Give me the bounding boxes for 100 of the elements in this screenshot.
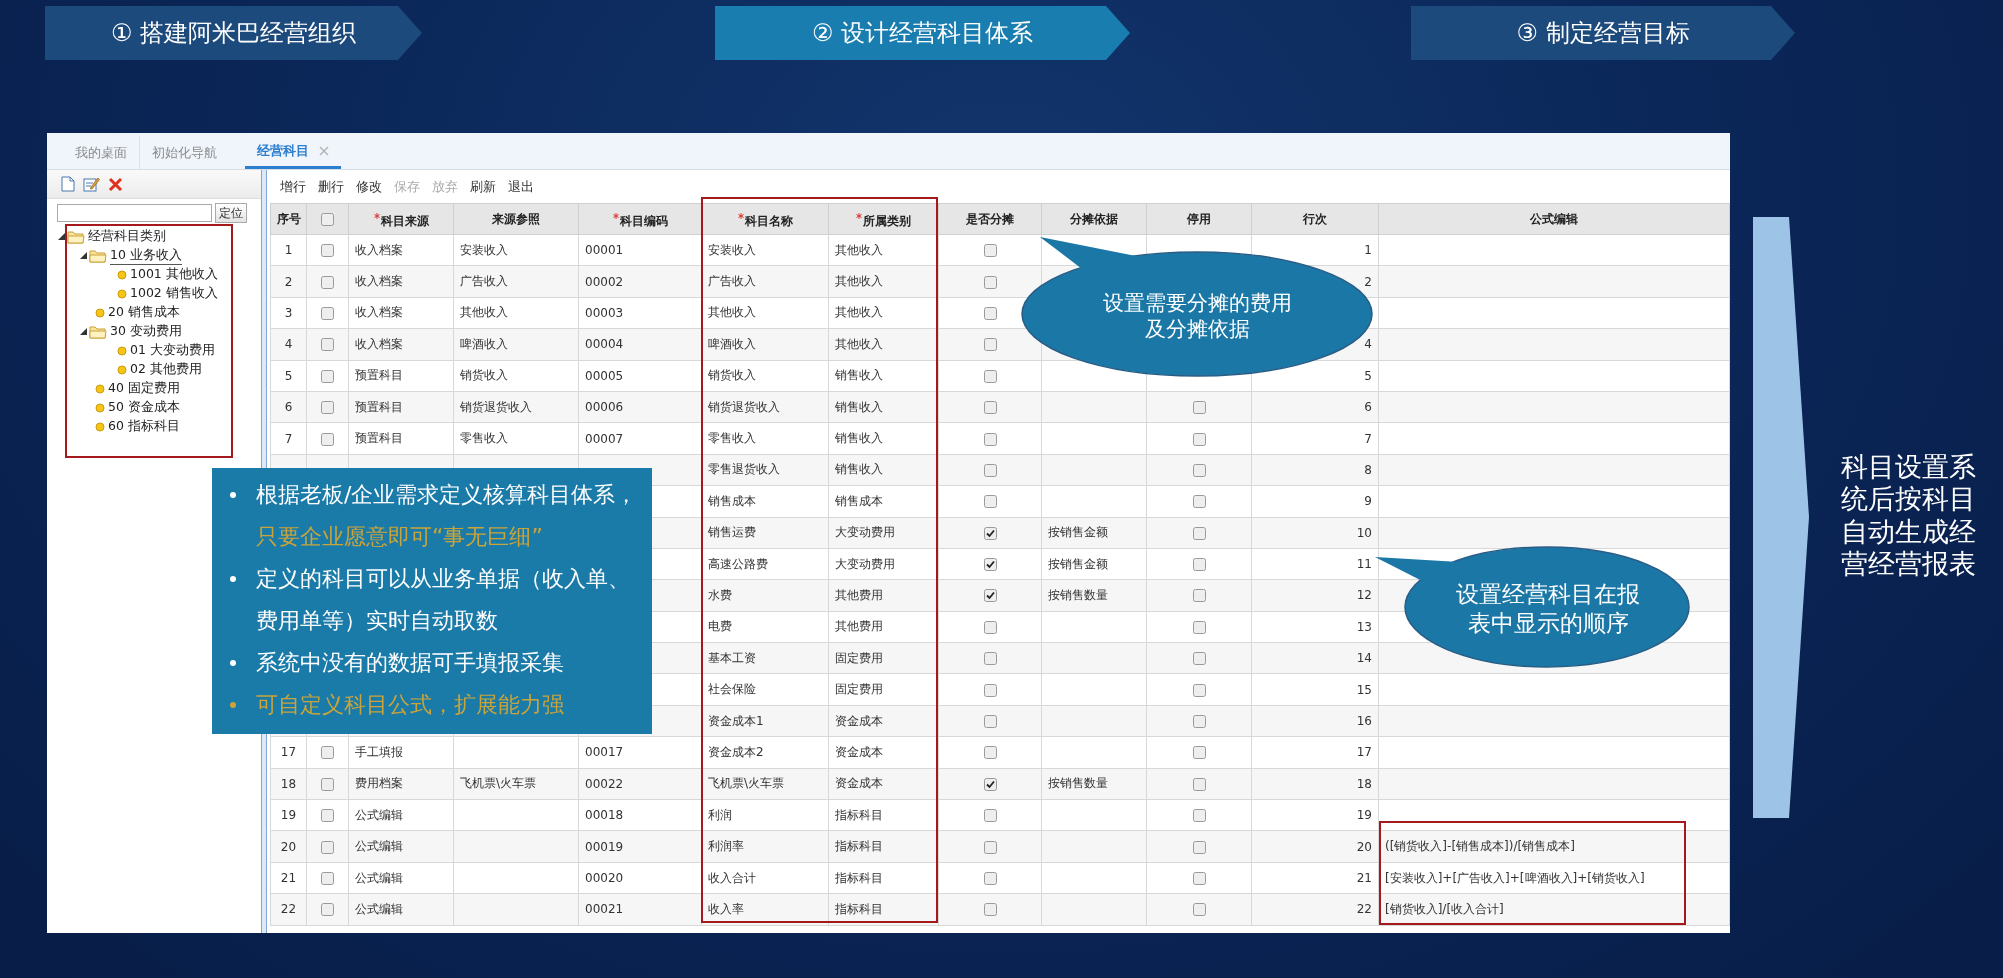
- table-cell: 11: [1251, 548, 1379, 580]
- table-cell: 其他费用: [828, 611, 939, 643]
- step-banner: ③ 制定经营目标: [1411, 6, 1795, 60]
- locate-button[interactable]: 定位: [215, 203, 247, 223]
- header-label: 公式编辑: [1530, 210, 1578, 228]
- table-cell: 资金成本2: [701, 736, 829, 769]
- table-cell: 飞机票\火车票: [453, 768, 579, 800]
- table-cell: 22: [1251, 893, 1379, 926]
- table-cell: 12: [1251, 579, 1379, 612]
- table-cell: 按销售金额: [1041, 548, 1147, 580]
- table-cell: 13: [1251, 611, 1379, 643]
- tree-item[interactable]: 1002 销售收入: [130, 285, 218, 302]
- header-label: 分摊依据: [1070, 210, 1118, 228]
- tree-item[interactable]: 1001 其他收入: [130, 266, 218, 283]
- table-cell: 预置科目: [348, 391, 454, 423]
- table-cell: 零售收入: [701, 422, 829, 455]
- table-cell: 指标科目: [828, 799, 939, 831]
- table-cell: 销售收入: [828, 422, 939, 455]
- table-cell: 公式编辑: [348, 830, 454, 863]
- table-cell: 飞机票\火车票: [701, 768, 829, 800]
- table-cell: 2: [270, 265, 307, 298]
- tree-item[interactable]: 60 指标科目: [108, 418, 180, 435]
- table-cell: 销货退货收入: [453, 391, 579, 423]
- bullet-text: 系统中没有的数据可手填报采集: [256, 649, 565, 677]
- table-cell: 16: [1251, 705, 1379, 737]
- table-cell: 固定费用: [828, 642, 939, 674]
- table-cell: 按销售数量: [1041, 768, 1147, 800]
- tree-item[interactable]: 01 大变动费用: [130, 342, 215, 359]
- table-cell: 销售成本: [701, 485, 829, 517]
- table-cell: 预置科目: [348, 422, 454, 455]
- side-note: 科目设置系统后按科目自动生成经营经营报表: [1841, 451, 1977, 581]
- table-cell: 14: [1251, 642, 1379, 674]
- table-cell: 收入档案: [348, 265, 454, 298]
- table-cell: 18: [270, 768, 307, 800]
- table-cell: 电费: [701, 611, 829, 643]
- table-cell: 00022: [578, 768, 702, 800]
- tree-item[interactable]: 经营科目类别: [88, 228, 166, 245]
- toolbar-button[interactable]: 退出: [508, 177, 534, 196]
- toolbar-button[interactable]: 刷新: [470, 177, 496, 196]
- tree-item[interactable]: 30 变动费用: [110, 323, 182, 340]
- table-cell: 水费: [701, 579, 829, 612]
- table-cell: 19: [270, 799, 307, 831]
- table-cell: 6: [270, 391, 307, 423]
- table-cell: 其他收入: [828, 328, 939, 361]
- table-cell: 6: [1251, 391, 1379, 423]
- table-cell: 00004: [578, 328, 702, 361]
- table-cell: 资金成本: [828, 736, 939, 769]
- table-cell: 基本工资: [701, 642, 829, 674]
- table-cell: 资金成本1: [701, 705, 829, 737]
- header-label: 是否分摊: [966, 210, 1014, 228]
- table-cell: 手工填报: [348, 736, 454, 769]
- toolbar-button[interactable]: 删行: [318, 177, 344, 196]
- table-cell: 零售退货收入: [701, 454, 829, 486]
- table-cell: 啤酒收入: [701, 328, 829, 361]
- table-cell: 指标科目: [828, 862, 939, 894]
- toolbar-button[interactable]: 增行: [280, 177, 306, 196]
- table-cell: 零售收入: [453, 422, 579, 455]
- toolbar-button[interactable]: 修改: [356, 177, 382, 196]
- table-cell: 社会保险: [701, 673, 829, 706]
- tree-item[interactable]: 20 销售成本: [108, 304, 180, 321]
- table-cell: 18: [1251, 768, 1379, 800]
- header-label: 行次: [1303, 210, 1327, 228]
- table-cell: 其他收入: [453, 297, 579, 329]
- table-cell: 大变动费用: [828, 517, 939, 549]
- table-cell: 其他收入: [828, 297, 939, 329]
- table-cell: 其他收入: [701, 297, 829, 329]
- step-banner: ② 设计经营科目体系: [715, 6, 1130, 60]
- header-label: 所属类别: [863, 213, 911, 230]
- table-cell: 4: [270, 328, 307, 361]
- table-cell: 15: [1251, 673, 1379, 706]
- table-cell: 10: [1251, 517, 1379, 549]
- table-cell: 5: [270, 360, 307, 392]
- header-label: 科目编码: [619, 213, 668, 230]
- table-cell: 销货退货收入: [701, 391, 829, 423]
- header-label: 停用: [1187, 210, 1211, 228]
- table-cell: 00021: [578, 893, 702, 926]
- header-label: 科目来源: [380, 213, 429, 230]
- table-cell: 啤酒收入: [453, 328, 579, 361]
- table-cell: 预置科目: [348, 360, 454, 392]
- header-label: 序号: [276, 210, 301, 228]
- table-cell: ([销货收入]-[销售成本])/[销售成本]: [1378, 830, 1730, 863]
- tree-item[interactable]: 50 资金成本: [108, 399, 180, 416]
- table-cell: 22: [270, 893, 307, 926]
- table-cell: 安装收入: [453, 234, 579, 266]
- table-cell: 20: [270, 830, 307, 863]
- table-cell: 利润率: [701, 830, 829, 863]
- table-cell: 00002: [578, 265, 702, 298]
- table-cell: 收入档案: [348, 328, 454, 361]
- table-cell: 其他费用: [828, 579, 939, 612]
- bullet-text: 可自定义科目公式，扩展能力强: [256, 691, 565, 719]
- tree-item[interactable]: 02 其他费用: [130, 361, 202, 378]
- table-cell: 资金成本: [828, 768, 939, 800]
- tree-item[interactable]: 40 固定费用: [108, 380, 180, 397]
- table-cell: 按销售数量: [1041, 579, 1147, 612]
- table-cell: 固定费用: [828, 673, 939, 706]
- table-cell: 1: [270, 234, 307, 266]
- table-cell: 费用档案: [348, 768, 454, 800]
- table-cell: 其他收入: [828, 234, 939, 266]
- table-cell: 按销售金额: [1041, 517, 1147, 549]
- tree-item[interactable]: 10 业务收入: [110, 246, 182, 265]
